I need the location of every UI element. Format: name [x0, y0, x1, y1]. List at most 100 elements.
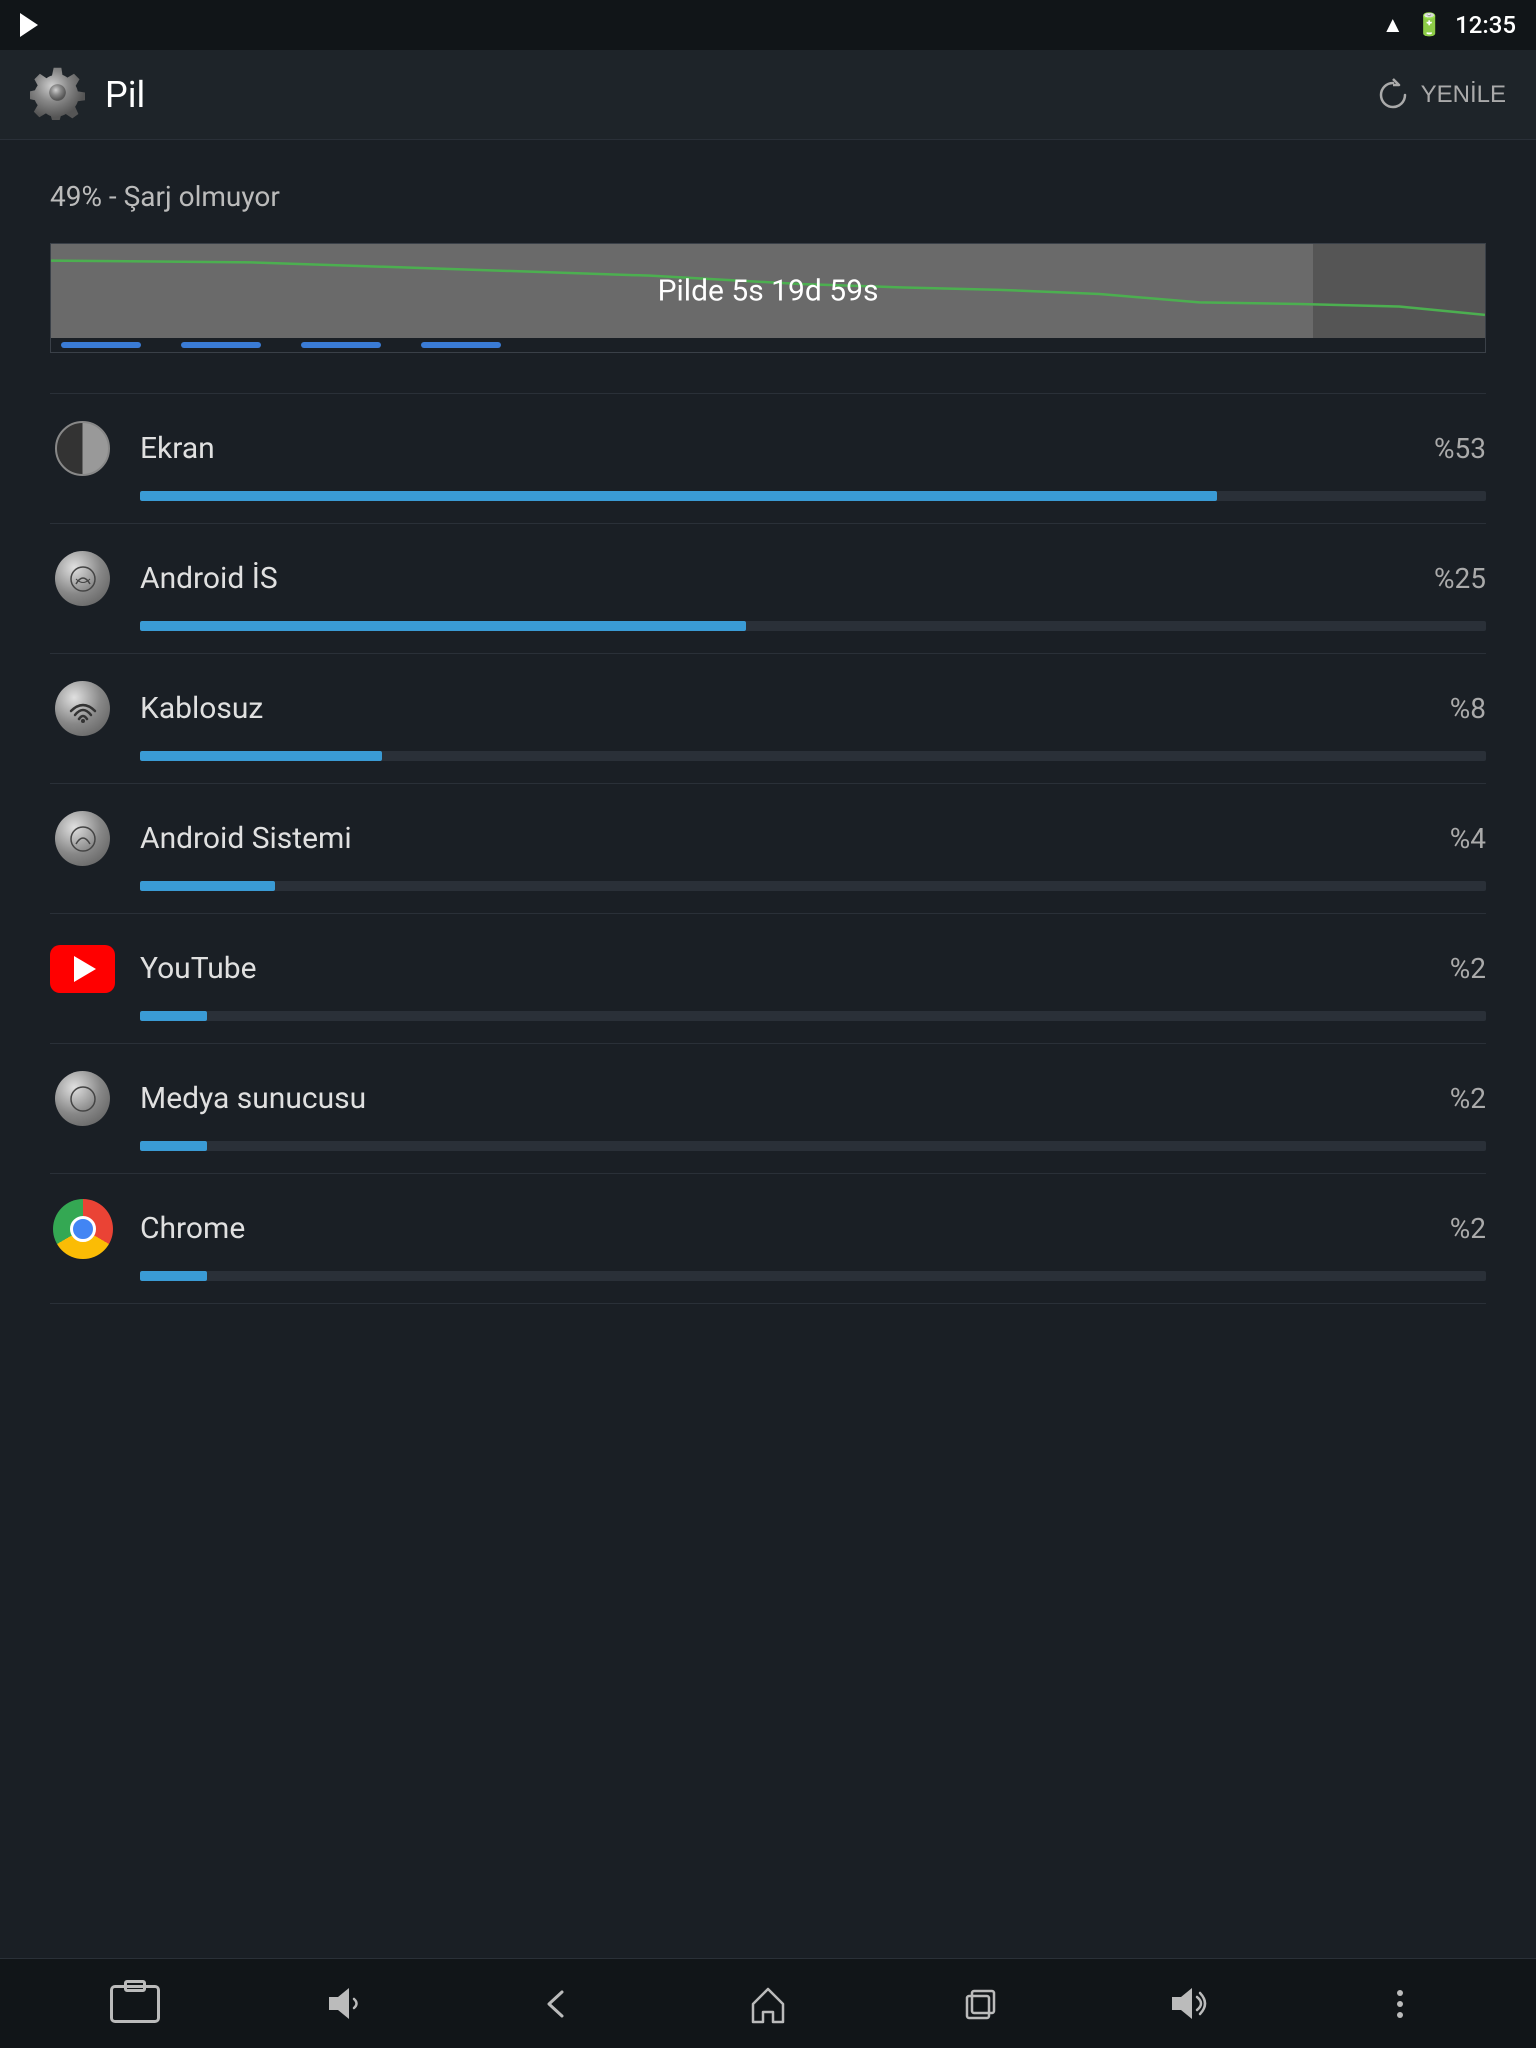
status-bar-right: ▲ 🔋 12:35: [1382, 11, 1516, 39]
home-icon: [748, 1984, 788, 2024]
list-item[interactable]: Ekran %53: [50, 394, 1486, 524]
kablosuz-icon: [50, 676, 115, 741]
progress-bar-fill: [140, 881, 275, 891]
chrome-icon: [50, 1196, 115, 1261]
refresh-button[interactable]: YENİLE: [1375, 77, 1506, 113]
item-name: Kablosuz: [140, 691, 1425, 726]
dot: [1397, 2001, 1403, 2007]
progress-bar-fill: [140, 621, 746, 631]
silver-ball-icon: [55, 1071, 110, 1126]
status-time: 12:35: [1455, 11, 1516, 39]
back-icon: [537, 1984, 577, 2024]
page-title: Pil: [105, 74, 145, 116]
overflow-menu-button[interactable]: [1370, 1974, 1430, 2034]
list-item[interactable]: Kablosuz %8: [50, 654, 1486, 784]
battery-status-text: 49% - Şarj olmuyor: [50, 180, 1486, 213]
screenshot-button[interactable]: [105, 1974, 165, 2034]
battery-graph: Pilde 5s 19d 59s: [50, 243, 1486, 353]
battery-icon: 🔋: [1416, 13, 1443, 38]
list-item-row: Ekran %53: [50, 416, 1486, 481]
youtube-icon: [50, 936, 115, 1001]
battery-items-list: Ekran %53 Android İS: [50, 393, 1486, 1304]
item-percent: %25: [1434, 562, 1486, 595]
item-percent: %2: [1450, 952, 1486, 985]
item-percent: %2: [1450, 1212, 1486, 1245]
item-name: Medya sunucusu: [140, 1081, 1425, 1116]
silver-ball-icon: [55, 811, 110, 866]
dot2: [181, 342, 261, 348]
dot4: [421, 342, 501, 348]
item-percent: %2: [1450, 1082, 1486, 1115]
screen-icon: [50, 416, 115, 481]
item-name: YouTube: [140, 951, 1425, 986]
header: Pil YENİLE: [0, 50, 1536, 140]
volume-up-button[interactable]: [1160, 1974, 1220, 2034]
list-item-row: Medya sunucusu %2: [50, 1066, 1486, 1131]
screenshot-icon: [110, 1985, 160, 2023]
android-system-icon: [50, 806, 115, 871]
dot: [1397, 2012, 1403, 2018]
item-percent: %8: [1450, 692, 1486, 725]
silver-ball-icon: [55, 681, 110, 736]
recents-button[interactable]: [949, 1974, 1009, 2034]
item-name: Ekran: [140, 431, 1409, 466]
silver-ball-icon: [55, 551, 110, 606]
settings-icon: [30, 65, 85, 124]
list-item[interactable]: Android Sistemi %4: [50, 784, 1486, 914]
chrome-logo: [53, 1199, 113, 1259]
progress-bar-fill: [140, 1271, 207, 1281]
list-item[interactable]: YouTube %2: [50, 914, 1486, 1044]
volume-up-icon: [1167, 1981, 1212, 2026]
media-server-icon: [50, 1066, 115, 1131]
list-item-row: Android Sistemi %4: [50, 806, 1486, 871]
youtube-play-icon: [74, 956, 96, 982]
battery-graph-bg: Pilde 5s 19d 59s: [51, 244, 1485, 338]
overflow-dots-icon: [1397, 1990, 1403, 2018]
progress-bar-wrap: [140, 751, 1486, 761]
chrome-inner-circle: [70, 1216, 96, 1242]
list-item-row: Kablosuz %8: [50, 676, 1486, 741]
list-item[interactable]: Chrome %2: [50, 1174, 1486, 1304]
battery-time-label: Pilde 5s 19d 59s: [658, 274, 879, 309]
list-item[interactable]: Medya sunucusu %2: [50, 1044, 1486, 1174]
item-name: Chrome: [140, 1211, 1425, 1246]
refresh-label: YENİLE: [1421, 81, 1506, 109]
dot1: [61, 342, 141, 348]
progress-bar-fill: [140, 751, 382, 761]
screen-half-icon: [55, 421, 110, 476]
dot: [1397, 1990, 1403, 1996]
volume-down-icon: [324, 1981, 369, 2026]
progress-bar-wrap: [140, 881, 1486, 891]
progress-bar-wrap: [140, 491, 1486, 501]
item-percent: %53: [1434, 432, 1486, 465]
list-item[interactable]: Android İS %25: [50, 524, 1486, 654]
battery-progress-dots: [51, 338, 1485, 352]
recents-icon: [959, 1984, 999, 2024]
progress-bar-fill: [140, 491, 1217, 501]
content-area: 49% - Şarj olmuyor Pilde 5s 19d 59s Ekra…: [0, 140, 1536, 1344]
item-name: Android İS: [140, 561, 1409, 596]
progress-bar-wrap: [140, 1271, 1486, 1281]
header-left: Pil: [30, 65, 145, 124]
youtube-logo: [50, 945, 115, 993]
list-item-row: Android İS %25: [50, 546, 1486, 611]
progress-bar-wrap: [140, 1011, 1486, 1021]
navigation-bar: [0, 1958, 1536, 2048]
volume-down-button[interactable]: [316, 1974, 376, 2034]
progress-bar-fill: [140, 1141, 207, 1151]
item-percent: %4: [1450, 822, 1486, 855]
dot3: [301, 342, 381, 348]
home-button[interactable]: [738, 1974, 798, 2034]
wifi-icon: ▲: [1382, 12, 1404, 38]
item-name: Android Sistemi: [140, 821, 1425, 856]
progress-bar-fill: [140, 1011, 207, 1021]
progress-bar-wrap: [140, 621, 1486, 631]
android-is-icon: [50, 546, 115, 611]
list-item-row: Chrome %2: [50, 1196, 1486, 1261]
status-bar-left: [20, 13, 38, 37]
progress-bar-wrap: [140, 1141, 1486, 1151]
cast-icon: [20, 13, 38, 37]
list-item-row: YouTube %2: [50, 936, 1486, 1001]
status-bar: ▲ 🔋 12:35: [0, 0, 1536, 50]
back-button[interactable]: [527, 1974, 587, 2034]
